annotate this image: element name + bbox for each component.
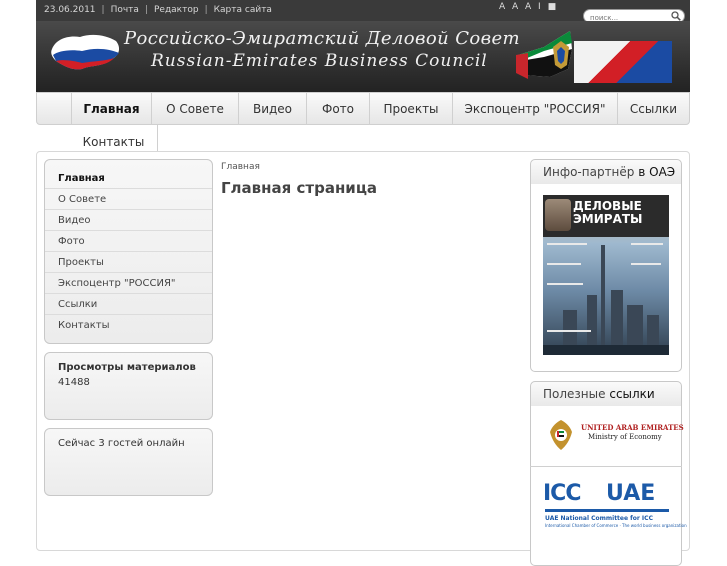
useful-links-label: Полезные bbox=[543, 387, 606, 401]
views-counter-box: Просмотры материалов : 41488 bbox=[44, 352, 213, 420]
icc-committee-text: UAE National Committee for ICC bbox=[545, 515, 653, 522]
skyline-tower bbox=[601, 245, 605, 355]
icc-uae-logo[interactable]: ICC UAE UAE National Committee for ICC I… bbox=[543, 481, 687, 528]
breadcrumb[interactable]: Главная bbox=[221, 162, 260, 172]
magazine-footer bbox=[543, 345, 669, 355]
sitemap-link[interactable]: Карта сайта bbox=[214, 5, 272, 15]
magazine-text-line bbox=[547, 263, 581, 265]
info-partner-region: в ОАЭ bbox=[638, 165, 676, 179]
left-menu-item-projects[interactable]: Проекты bbox=[45, 252, 212, 273]
nav-item-projects[interactable]: Проекты bbox=[369, 93, 452, 125]
editor-link[interactable]: Редактор bbox=[154, 5, 199, 15]
left-menu-item-home[interactable]: Главная bbox=[45, 168, 212, 189]
magazine-text-line bbox=[547, 283, 583, 285]
magazine-portrait bbox=[545, 199, 571, 231]
icc-logo-text: ICC bbox=[543, 481, 581, 506]
header-flags-image bbox=[574, 41, 672, 83]
views-value: 41488 bbox=[58, 377, 90, 388]
nav-item-video[interactable]: Видео bbox=[238, 93, 306, 125]
left-menu-item-video[interactable]: Видео bbox=[45, 210, 212, 231]
magazine-cover-image[interactable]: ДЕЛОВЫЕ ЭМИРАТЫ bbox=[543, 195, 669, 355]
mail-link[interactable]: Почта bbox=[111, 5, 139, 15]
magazine-title: ДЕЛОВЫЕ ЭМИРАТЫ bbox=[573, 200, 643, 226]
font-size-controls[interactable]: A A A I ■ bbox=[499, 2, 558, 12]
site-title-en: Russian-Emirates Business Council bbox=[151, 51, 488, 71]
nav-item-photo[interactable]: Фото bbox=[306, 93, 369, 125]
page-title: Главная страница bbox=[221, 179, 378, 197]
info-partner-header: Инфо-партнёр в ОАЭ bbox=[530, 159, 682, 185]
left-menu-item-about[interactable]: О Совете bbox=[45, 189, 212, 210]
uae-logo-text: UAE bbox=[606, 481, 656, 506]
left-menu: Главная О Совете Видео Фото Проекты Эксп… bbox=[44, 159, 213, 344]
magazine-text-line bbox=[547, 330, 591, 332]
nav-item-about[interactable]: О Совете bbox=[151, 93, 238, 125]
online-users-text: Сейчас 3 гостей онлайн bbox=[58, 438, 185, 449]
nav-item-expocentre[interactable]: Экспоцентр "РОССИЯ" bbox=[452, 93, 617, 125]
emblem-icon bbox=[553, 41, 569, 69]
main-nav: Главная О Совете Видео Фото Проекты Эксп… bbox=[36, 92, 690, 125]
views-colon: : bbox=[176, 362, 180, 373]
current-date: 23.06.2011 bbox=[44, 5, 96, 15]
useful-links-header: Полезные ссылки bbox=[530, 381, 682, 407]
nav-item-home[interactable]: Главная bbox=[71, 93, 151, 125]
left-menu-item-links[interactable]: Ссылки bbox=[45, 294, 212, 315]
online-users-box: Сейчас 3 гостей онлайн bbox=[44, 428, 213, 496]
info-partner-label: Инфо-партнёр bbox=[543, 165, 635, 179]
top-links: 23.06.2011 | Почта | Редактор | Карта сайта bbox=[44, 5, 272, 15]
magazine-text-line bbox=[631, 263, 661, 265]
header-banner: Российско-Эмиратский Деловой Совет Russi… bbox=[36, 21, 690, 93]
links-divider bbox=[530, 466, 682, 467]
magazine-title-line2: ЭМИРАТЫ bbox=[573, 212, 643, 226]
left-menu-item-photo[interactable]: Фото bbox=[45, 231, 212, 252]
russia-map-flag-logo bbox=[51, 34, 120, 70]
arabic-text-bar bbox=[545, 509, 669, 512]
uae-ministry-subtitle[interactable]: Ministry of Economy bbox=[588, 433, 662, 441]
uae-ministry-title[interactable]: UNITED ARAB EMIRATES bbox=[581, 423, 684, 432]
magazine-text-line bbox=[547, 243, 587, 245]
left-menu-item-expocentre[interactable]: Экспоцентр "РОССИЯ" bbox=[45, 273, 212, 294]
icc-tagline: International Chamber of Commerce · The … bbox=[545, 523, 687, 528]
useful-links-word: ссылки bbox=[609, 387, 655, 401]
left-menu-item-contacts[interactable]: Контакты bbox=[45, 315, 212, 336]
top-bar: 23.06.2011 | Почта | Редактор | Карта сайта A … bbox=[36, 0, 690, 24]
magazine-text-line bbox=[631, 243, 663, 245]
nav-item-links[interactable]: Ссылки bbox=[617, 93, 689, 125]
search-icon[interactable] bbox=[671, 11, 681, 21]
site-title-ru: Российско-Эмиратский Деловой Совет bbox=[124, 28, 521, 49]
uae-falcon-emblem-icon[interactable] bbox=[548, 418, 574, 452]
